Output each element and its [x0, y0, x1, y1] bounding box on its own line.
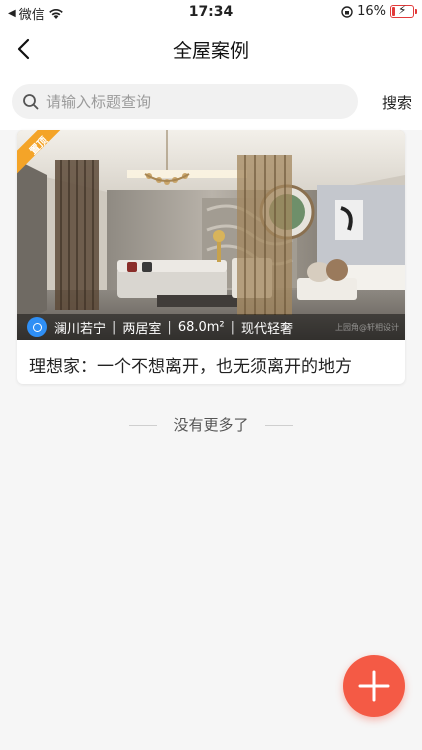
meta-divider: | — [167, 319, 172, 335]
avatar-icon — [32, 322, 42, 332]
plus-icon — [358, 670, 390, 702]
case-card[interactable]: 置顶 澜川若宁 | 两居室 | 68.0m² | 现代轻奢 上园角@轩相设计 理… — [17, 130, 405, 384]
case-layout: 两居室 — [122, 321, 162, 337]
no-more-text: 没有更多了 — [173, 416, 249, 434]
divider-line — [265, 425, 294, 426]
battery-percent: 16% — [357, 4, 386, 19]
meta-divider: | — [112, 319, 117, 335]
status-bar: ◀ 微信 17:34 16% ⚡ — [0, 0, 422, 24]
case-area: 68.0m² — [177, 319, 225, 335]
case-meta: 澜川若宁 | 两居室 | 68.0m² | 现代轻奢 上园角@轩相设计 — [17, 314, 405, 340]
search-button[interactable]: 搜索 — [382, 92, 412, 113]
pinned-badge: 置顶 — [17, 130, 63, 176]
meta-divider: | — [230, 319, 236, 335]
charging-bolt-icon: ⚡ — [398, 3, 407, 17]
status-right: 16% ⚡ — [341, 3, 417, 19]
add-case-button[interactable] — [343, 655, 405, 717]
case-cover-image — [17, 130, 405, 340]
battery-icon: ⚡ — [390, 3, 417, 18]
search-icon — [23, 93, 39, 109]
battery-fill — [392, 7, 395, 16]
rotation-lock-icon — [341, 5, 353, 18]
search-bar: 搜索 — [0, 72, 422, 130]
pinned-badge-label: 置顶 — [28, 135, 51, 158]
case-style: 现代轻奢 — [241, 321, 294, 337]
designer-name: 澜川若宁 — [54, 321, 107, 337]
nav-bar: 全屋案例 — [0, 24, 422, 72]
page-title: 全屋案例 — [172, 40, 249, 62]
case-title[interactable]: 理想家：一个不想离开，也无须离开的地方 — [29, 352, 352, 377]
list-end-indicator: 没有更多了 — [0, 414, 422, 435]
search-input[interactable] — [46, 92, 326, 111]
search-box[interactable] — [12, 84, 358, 119]
divider-line — [128, 425, 157, 426]
image-watermark: 上园角@轩相设计 — [335, 322, 399, 332]
designer-avatar — [27, 317, 47, 337]
